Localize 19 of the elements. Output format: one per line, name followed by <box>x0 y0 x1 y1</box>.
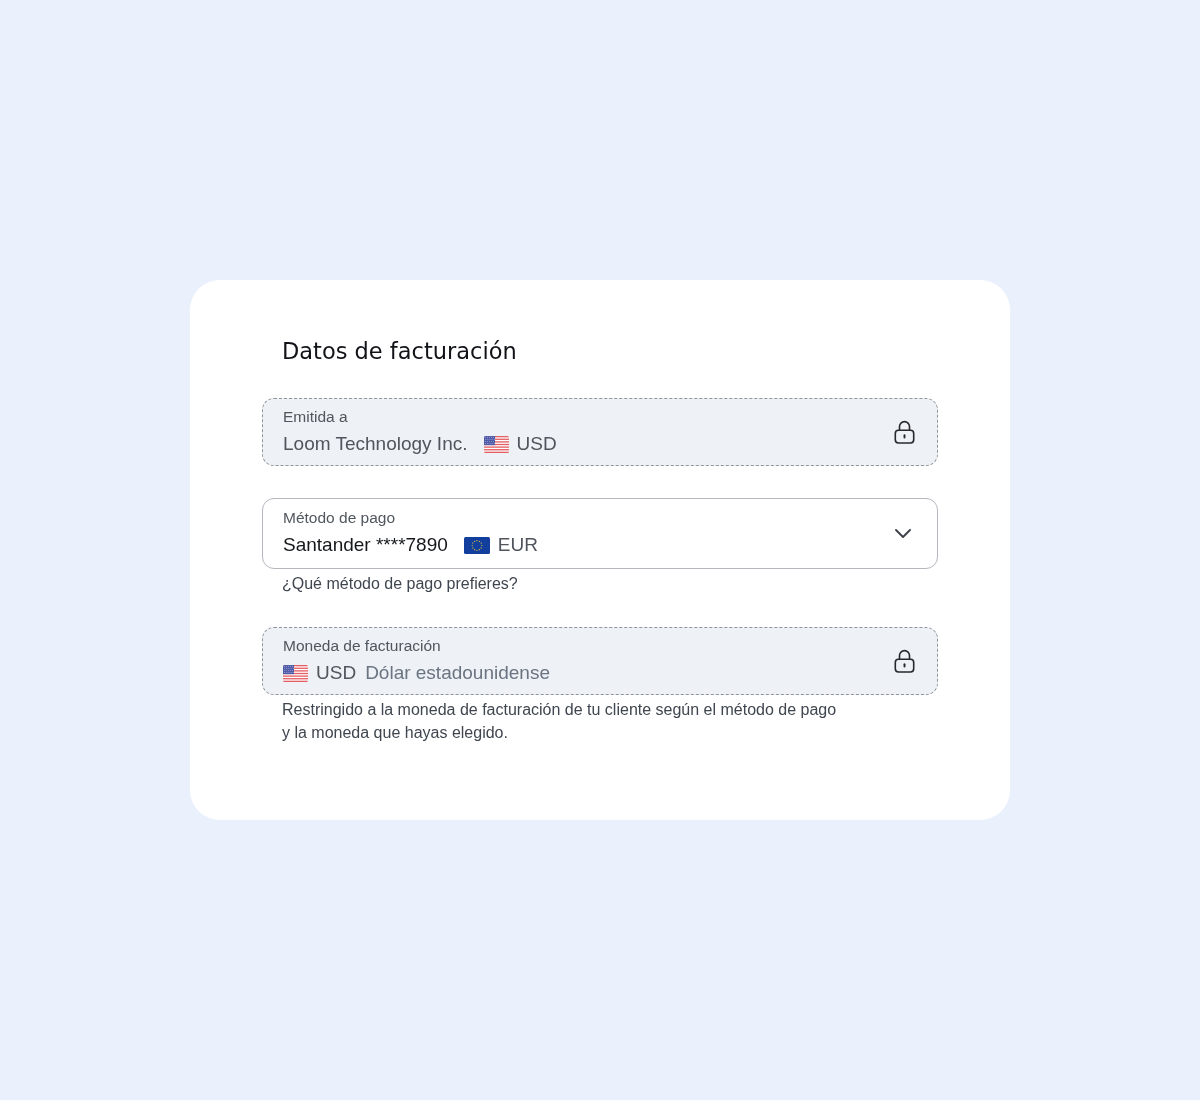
eu-flag-icon <box>463 536 490 554</box>
currency-code: USD <box>516 432 557 456</box>
field-label: Método de pago <box>283 508 397 528</box>
currency-code: EUR <box>497 533 538 557</box>
lock-icon <box>894 420 915 444</box>
us-flag-icon <box>283 664 308 682</box>
helper-text: Restringido a la moneda de facturación de tu cliente según el método de pago y la moneda que hayas elegido. <box>281 700 838 743</box>
lock-icon <box>894 649 915 673</box>
section-title: Datos de facturación <box>281 337 518 366</box>
currency-code: USD <box>316 661 357 685</box>
field-value: Santander ****7890 <box>283 533 448 557</box>
field-value: Loom Technology Inc. <box>283 432 468 456</box>
dropdown-field[interactable]: Método de pago Santander ****7890 EUR <box>262 498 938 569</box>
field-label: Emitida a <box>283 407 349 427</box>
chevron-down-icon <box>895 528 911 538</box>
us-flag-icon <box>483 435 509 453</box>
field-label: Moneda de facturación <box>283 636 442 656</box>
currency-name: Dólar estadounidense <box>365 661 550 685</box>
helper-text: ¿Qué método de pago prefieres? <box>281 574 519 594</box>
